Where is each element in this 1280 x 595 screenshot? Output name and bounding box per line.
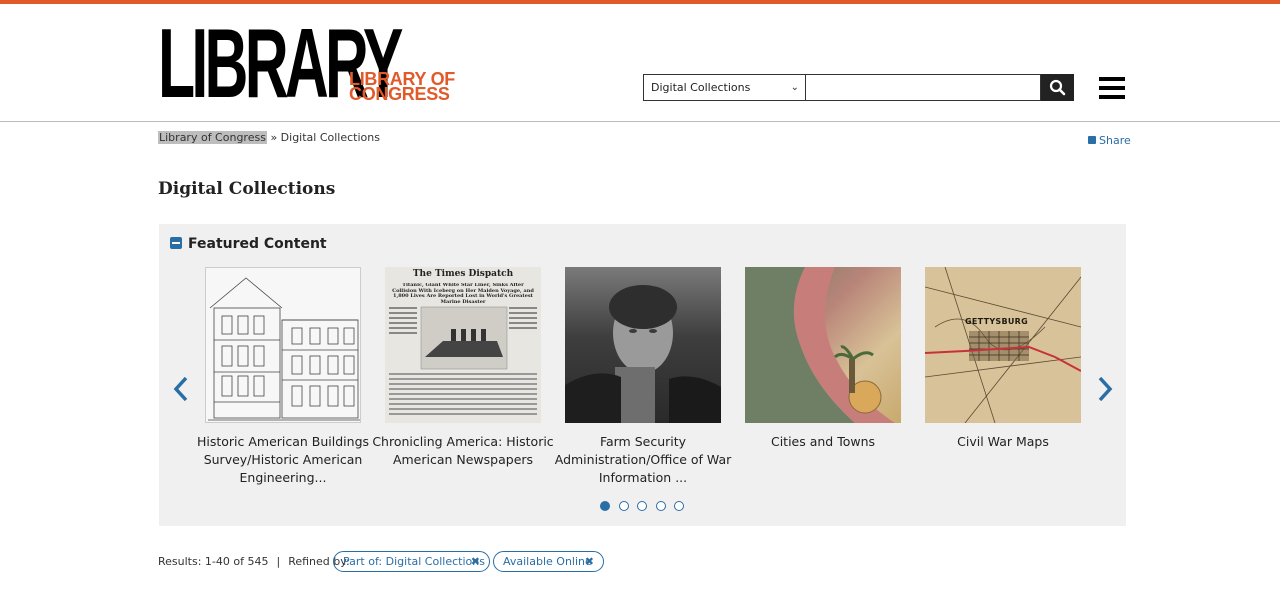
hamburger-menu-icon[interactable]: [1099, 77, 1125, 99]
featured-card-caption[interactable]: Civil War Maps: [911, 433, 1095, 451]
results-separator: |: [276, 555, 281, 568]
habs-building-drawing-image[interactable]: [205, 267, 361, 423]
featured-card-cities-and-towns[interactable]: Cities and Towns: [745, 267, 901, 451]
filter-pill-available-online[interactable]: Available Online ✖: [493, 551, 604, 572]
map-label: GETTYSBURG: [965, 317, 1029, 326]
chevron-down-icon: ⌄: [790, 82, 799, 93]
results-count: Results: 1-40 of 545: [158, 555, 269, 568]
carousel-dot-1[interactable]: [600, 501, 610, 511]
carousel-next-arrow-icon[interactable]: [1095, 374, 1115, 404]
filter-pill-digital-collections[interactable]: Part of: Digital Collections ✖: [333, 551, 490, 572]
breadcrumb-separator: »: [270, 131, 278, 144]
collapse-icon[interactable]: [170, 237, 182, 249]
remove-filter-icon[interactable]: ✖: [471, 552, 480, 571]
migrant-mother-photo-image[interactable]: [565, 267, 721, 423]
breadcrumb-current: Digital Collections: [280, 131, 380, 144]
carousel-dot-2[interactable]: [619, 501, 629, 511]
share-icon: [1088, 136, 1096, 144]
carousel-dot-4[interactable]: [656, 501, 666, 511]
featured-card-chronicling-america[interactable]: The Times Dispatch Titanic, Giant White …: [372, 267, 554, 469]
search-icon: [1049, 79, 1066, 96]
library-of-congress-logo-text: LIBRARY OF CONGRESS: [349, 69, 456, 104]
share-button[interactable]: Share: [1088, 134, 1131, 147]
share-label: Share: [1099, 134, 1131, 147]
featured-content-title: Featured Content: [188, 236, 327, 252]
newspaper-front-page-image[interactable]: The Times Dispatch Titanic, Giant White …: [385, 267, 541, 423]
carousel-dot-3[interactable]: [637, 501, 647, 511]
featured-content-panel: Featured Content Historic American Build…: [159, 224, 1126, 526]
search-input[interactable]: [806, 74, 1041, 101]
search-scope-select[interactable]: Digital Collections ⌄: [643, 74, 806, 101]
page-title: Digital Collections: [158, 179, 336, 199]
featured-content-header[interactable]: Featured Content: [170, 236, 327, 252]
featured-card-caption[interactable]: Farm Security Administration/Office of W…: [551, 433, 735, 487]
carousel-prev-arrow-icon[interactable]: [171, 374, 191, 404]
featured-card-fsa-owi[interactable]: Farm Security Administration/Office of W…: [555, 267, 731, 487]
filter-pill-label: Part of: Digital Collections: [343, 555, 485, 568]
featured-card-caption[interactable]: Historic American Buildings Survey/Histo…: [191, 433, 375, 487]
featured-card-civil-war-maps[interactable]: GETTYSBURG Civil War Maps: [925, 267, 1081, 451]
featured-card-caption[interactable]: Chronicling America: Historic American N…: [371, 433, 555, 469]
breadcrumb-home-link[interactable]: Library of Congress: [158, 131, 267, 144]
remove-filter-icon[interactable]: ✖: [585, 552, 594, 571]
results-summary: Results: 1-40 of 545 | Refined by:: [158, 555, 350, 568]
cities-and-towns-map-image[interactable]: [745, 267, 901, 423]
gettysburg-map-image[interactable]: GETTYSBURG: [925, 267, 1081, 423]
featured-card-caption[interactable]: Cities and Towns: [731, 433, 915, 451]
filter-pill-label: Available Online: [503, 555, 592, 568]
carousel-dot-5[interactable]: [674, 501, 684, 511]
search-scope-value: Digital Collections: [651, 81, 751, 94]
site-header: LIBRARY LIBRARY OF CONGRESS Digital Coll…: [0, 4, 1280, 122]
search-button[interactable]: [1041, 74, 1074, 101]
breadcrumb: Library of Congress » Digital Collection…: [158, 131, 380, 144]
featured-card-habs[interactable]: Historic American Buildings Survey/Histo…: [197, 267, 369, 487]
